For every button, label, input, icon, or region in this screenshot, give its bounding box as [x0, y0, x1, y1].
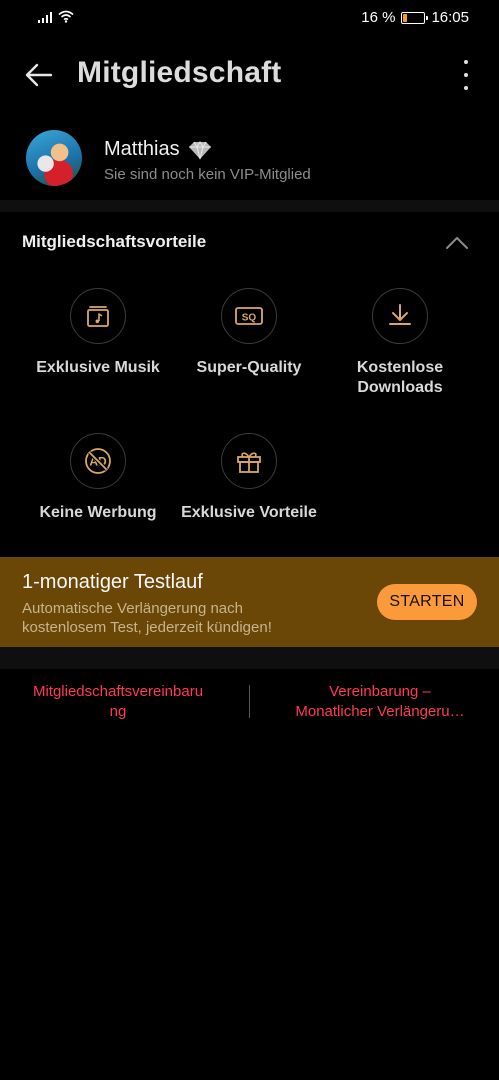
benefit-label: Exklusive Musik	[36, 359, 160, 376]
monthly-renewal-agreement-link[interactable]: Vereinbarung – Monatlicher Verlängeru…	[280, 682, 480, 722]
benefit-icon-circle	[372, 288, 428, 344]
more-vertical-icon	[464, 60, 468, 64]
signal-icon	[38, 11, 52, 23]
benefit-icon-circle	[221, 433, 277, 489]
section-divider	[0, 647, 499, 669]
no-ads-icon: AD	[85, 448, 111, 474]
benefit-icon-circle: AD	[70, 433, 126, 489]
more-options-button[interactable]	[459, 58, 473, 92]
trial-description-line1: Automatische Verlängerung nach	[22, 600, 243, 617]
battery-icon	[401, 11, 429, 24]
membership-status-text: Sie sind noch kein VIP-Mitglied	[104, 166, 311, 183]
download-icon	[389, 304, 411, 325]
status-left	[38, 10, 74, 23]
profile-name: Matthias	[104, 138, 180, 160]
app-header: Mitgliedschaft	[0, 52, 499, 98]
profile-name-row: Matthias	[104, 138, 212, 161]
link-text-line1: Mitgliedschaftsvereinbaru	[32, 683, 204, 700]
page-title: Mitgliedschaft	[77, 56, 282, 89]
back-button[interactable]	[22, 58, 56, 92]
svg-text:SQ: SQ	[242, 313, 257, 324]
benefit-label: Kostenlose Downloads	[320, 358, 480, 398]
link-text-line2: Monatlicher Verlängeru…	[295, 703, 465, 720]
sq-badge-icon: SQ	[235, 307, 263, 325]
membership-agreement-link[interactable]: Mitgliedschaftsvereinbaru ng	[18, 682, 218, 722]
status-bar: 16 % 16:05	[0, 0, 499, 36]
benefit-icon-circle	[70, 288, 126, 344]
diamond-icon	[188, 140, 211, 159]
link-text-line2: ng	[109, 703, 127, 720]
benefit-free-downloads[interactable]: Kostenlose Downloads	[320, 288, 480, 398]
benefit-label: Exklusive Vorteile	[181, 504, 317, 521]
collapse-benefits-button[interactable]	[445, 232, 469, 254]
gift-icon	[237, 452, 261, 473]
clock: 16:05	[431, 9, 469, 26]
benefit-exclusive-music[interactable]: Exklusive Musik	[18, 288, 178, 378]
arrow-left-icon	[25, 63, 53, 87]
benefit-label-line1: Kostenlose	[356, 359, 444, 376]
status-right: 16 % 16:05	[361, 9, 469, 26]
section-divider	[0, 200, 499, 212]
battery-percent: 16 %	[361, 9, 396, 26]
benefit-no-ads[interactable]: AD Keine Werbung	[18, 433, 178, 523]
profile-section[interactable]: Matthias Sie sind noch kein VIP-Mitglied	[0, 128, 499, 192]
chevron-up-icon	[446, 237, 468, 249]
trial-description-line2: kostenlosem Test, jederzeit kündigen!	[22, 619, 272, 636]
trial-title: 1-monatiger Testlauf	[22, 571, 203, 593]
benefit-label: Keine Werbung	[39, 504, 157, 521]
benefit-icon-circle: SQ	[221, 288, 277, 344]
benefit-label: Super-Quality	[196, 359, 302, 376]
avatar[interactable]	[26, 130, 82, 186]
benefit-label-line2: Downloads	[357, 379, 443, 396]
wifi-icon	[58, 10, 74, 23]
benefits-heading: Mitgliedschaftsvorteile	[22, 232, 207, 251]
trial-banner: 1-monatiger Testlauf Automatische Verlän…	[0, 557, 499, 647]
benefit-exclusive-perks[interactable]: Exklusive Vorteile	[169, 433, 329, 523]
trial-description: Automatische Verlängerung nach kostenlos…	[22, 599, 322, 637]
agreement-links: Mitgliedschaftsvereinbaru ng Vereinbarun…	[0, 682, 499, 732]
link-separator	[249, 685, 250, 718]
music-note-card-icon	[87, 306, 109, 327]
battery-fill	[403, 13, 407, 22]
start-trial-button[interactable]: STARTEN	[377, 584, 477, 620]
link-text-line1: Vereinbarung –	[329, 683, 431, 700]
benefit-super-quality[interactable]: SQ Super-Quality	[169, 288, 329, 378]
